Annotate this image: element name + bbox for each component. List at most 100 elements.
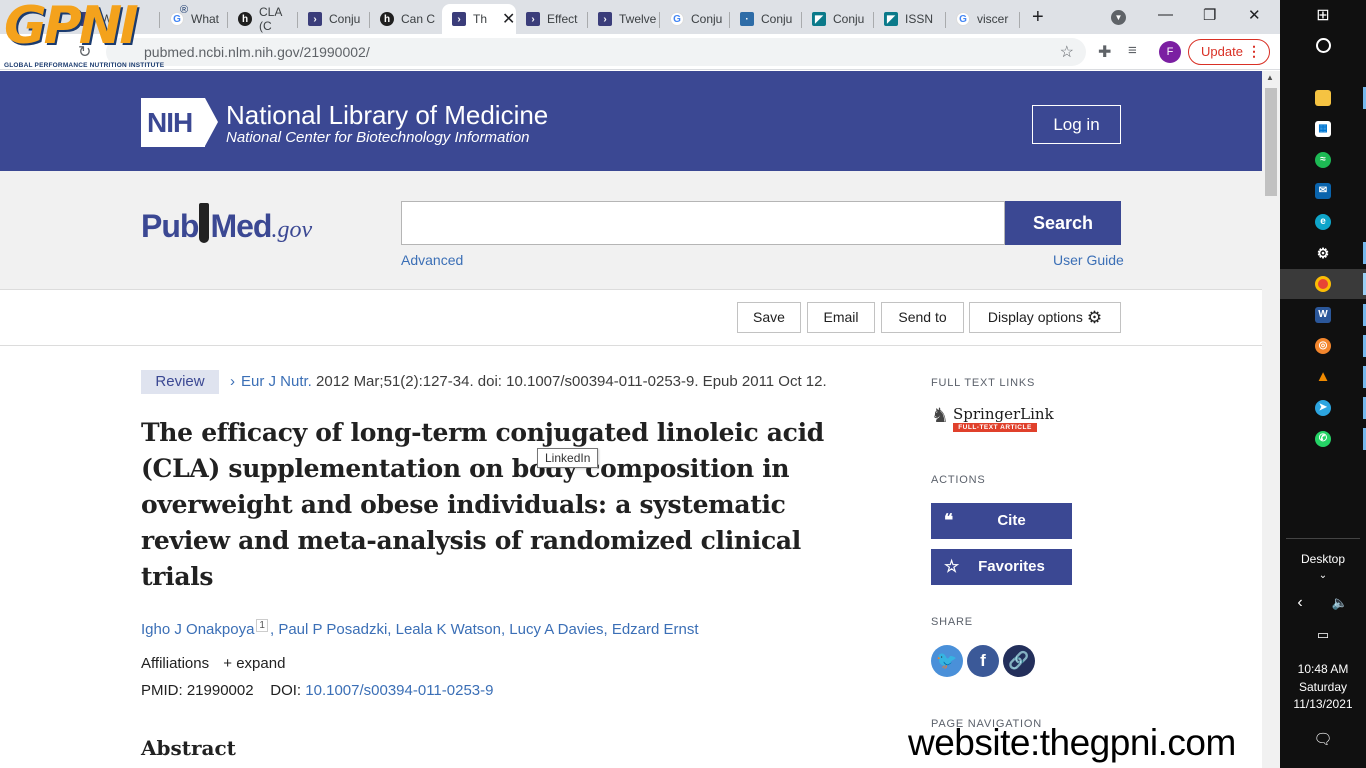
pubmed-favicon-icon: › <box>308 12 322 26</box>
menu-kebab-icon: ⋮ <box>1247 43 1261 59</box>
search-button[interactable] <box>1280 30 1366 60</box>
address-bar[interactable]: pubmed.ncbi.nlm.nih.gov/21990002/ ☆ <box>106 38 1086 66</box>
article-type-badge: Review <box>141 370 219 394</box>
taskbar-spotify[interactable]: ≈ <box>1280 145 1366 175</box>
update-button[interactable]: Update ⋮ <box>1188 39 1270 65</box>
user-guide-link[interactable]: User Guide <box>1053 252 1124 268</box>
browser-tab[interactable]: ◤ Conju <box>802 4 874 34</box>
taskbar-chrome[interactable] <box>1280 269 1366 299</box>
taskbar-whatsapp[interactable]: ✆ <box>1280 424 1366 454</box>
mail-icon: ✉ <box>1315 183 1331 199</box>
taskbar-app[interactable]: ◎ <box>1280 331 1366 361</box>
taskbar-edge[interactable]: e <box>1280 207 1366 237</box>
email-button[interactable]: Email <box>807 302 875 333</box>
close-window-icon[interactable]: ✕ <box>1248 6 1261 24</box>
settings-gear-icon: ⚙ <box>1316 245 1330 261</box>
browser-tab[interactable]: › Twelve <box>588 4 660 34</box>
site-favicon-icon: h <box>380 12 394 26</box>
tab-search-chevron-icon[interactable]: ▼ <box>1111 10 1126 25</box>
google-favicon-icon: G <box>670 12 684 26</box>
store-bag-icon: ▦ <box>1315 121 1331 137</box>
cite-button[interactable]: ❝ Cite <box>931 503 1072 539</box>
browser-tab[interactable]: › Effect <box>516 4 588 34</box>
profile-avatar[interactable]: F <box>1159 41 1181 63</box>
actions-heading: ACTIONS <box>931 474 986 486</box>
taskbar-settings[interactable]: ⚙ <box>1280 238 1366 268</box>
desktop-toolbar-label[interactable]: Desktop <box>1280 552 1366 566</box>
nlm-subtitle: National Center for Biotechnology Inform… <box>226 129 530 146</box>
pubmed-logo[interactable]: Pub Med.gov <box>141 203 312 245</box>
extensions-puzzle-icon[interactable]: ✚ <box>1098 42 1111 62</box>
cortana-circle-icon <box>1315 37 1331 53</box>
display-options-button[interactable]: Display options ⚙ <box>969 302 1121 333</box>
volume-icon[interactable]: 🔈 <box>1320 595 1360 611</box>
whatsapp-icon: ✆ <box>1315 431 1331 447</box>
browser-tab[interactable]: › Conju <box>298 4 370 34</box>
login-button[interactable]: Log in <box>1032 105 1121 144</box>
journal-link[interactable]: Eur J Nutr. <box>241 373 312 390</box>
scroll-up-arrow-icon[interactable]: ▲ <box>1266 73 1274 82</box>
browser-tab[interactable]: h CLA (C <box>228 4 298 34</box>
browser-tab[interactable]: · Conju <box>730 4 802 34</box>
address-toolbar: ↻ pubmed.ncbi.nlm.nih.gov/21990002/ ☆ <box>0 34 1280 70</box>
nih-logo[interactable]: NIH <box>141 98 205 147</box>
ncbi-favicon-icon: · <box>740 12 754 26</box>
clock-time[interactable]: 10:48 AM <box>1280 662 1366 676</box>
taskbar-vlc[interactable]: ▲ <box>1280 362 1366 392</box>
new-tab-plus-icon[interactable]: + <box>1032 6 1044 29</box>
edge-icon: e <box>1315 214 1331 230</box>
spotify-icon: ≈ <box>1315 152 1331 168</box>
springerlink-full-text-link[interactable]: ♞ SpringerLink FULL-TEXT ARTICLE <box>931 405 1054 435</box>
touch-keyboard-icon[interactable]: ▭ <box>1280 627 1366 643</box>
restore-window-icon[interactable]: ❐ <box>1203 6 1216 24</box>
twitter-share-icon[interactable]: 🐦 <box>931 645 963 677</box>
word-icon: W <box>1315 307 1331 323</box>
chevron-right-icon: › <box>230 373 235 390</box>
bookmark-star-icon[interactable]: ☆ <box>1060 42 1074 62</box>
affiliation-marker[interactable]: 1 <box>256 619 268 632</box>
screen: › W G What h CLA (C › Conju h Can C › Th… <box>0 0 1366 768</box>
plus-icon: + <box>223 655 233 672</box>
affiliations-row: Affiliations + expand <box>141 655 286 672</box>
chevron-down-double-icon[interactable]: ⌄ <box>1280 570 1366 581</box>
clock-day[interactable]: Saturday <box>1280 680 1366 694</box>
browser-tab[interactable]: G Conju <box>660 4 730 34</box>
author-link[interactable]: Igho J Onakpoya <box>141 621 254 638</box>
browser-tab[interactable]: G viscer <box>946 4 1020 34</box>
close-tab-icon[interactable]: ✕ <box>502 9 515 29</box>
nlm-title[interactable]: National Library of Medicine <box>226 100 548 131</box>
nlm-header: NIH National Library of Medicine Nationa… <box>0 71 1262 171</box>
clock-date[interactable]: 11/13/2021 <box>1280 697 1366 711</box>
taskbar-mail[interactable]: ✉ <box>1280 176 1366 206</box>
search-button[interactable]: Search <box>1005 201 1121 245</box>
website-watermark: website:thegpni.com <box>908 722 1236 763</box>
expand-affiliations-button[interactable]: + expand <box>223 655 285 672</box>
notifications-icon[interactable]: 🗨 <box>1280 730 1366 748</box>
scrollbar-thumb[interactable] <box>1265 88 1277 196</box>
taskbar-telegram[interactable]: ➤ <box>1280 393 1366 423</box>
start-button[interactable]: ⊞ <box>1280 0 1366 30</box>
taskbar-store[interactable]: ▦ <box>1280 114 1366 144</box>
author-links[interactable]: , Paul P Posadzki, Leala K Watson, Lucy … <box>270 621 699 638</box>
gpni-logo-letters: GPNI <box>4 0 139 56</box>
telegram-icon: ➤ <box>1315 400 1331 416</box>
taskbar-file-explorer[interactable] <box>1280 83 1366 113</box>
copy-link-icon[interactable]: 🔗 <box>1003 645 1035 677</box>
gpni-logo-subtitle: GLOBAL PERFORMANCE NUTRITION INSTITUTE <box>4 62 165 69</box>
facebook-share-icon[interactable]: f <box>967 645 999 677</box>
google-favicon-icon: G <box>956 12 970 26</box>
minimize-icon[interactable]: — <box>1158 6 1173 23</box>
media-control-icon[interactable]: ≡ <box>1128 42 1137 59</box>
page-scrollbar[interactable]: ▲ <box>1262 71 1280 768</box>
browser-tab[interactable]: ◤ ISSN <box>874 4 946 34</box>
send-to-button[interactable]: Send to <box>881 302 964 333</box>
browser-tab-active[interactable]: › Th ✕ <box>442 4 516 34</box>
search-input[interactable] <box>401 201 1005 245</box>
doi-link[interactable]: 10.1007/s00394-011-0253-9 <box>305 682 493 699</box>
save-button[interactable]: Save <box>737 302 801 333</box>
taskbar-word[interactable]: W <box>1280 300 1366 330</box>
advanced-search-link[interactable]: Advanced <box>401 252 463 268</box>
favorites-button[interactable]: ☆ Favorites <box>931 549 1072 585</box>
show-hidden-icons-chevron-icon[interactable]: ‹ <box>1280 594 1320 612</box>
browser-tab[interactable]: h Can C <box>370 4 442 34</box>
